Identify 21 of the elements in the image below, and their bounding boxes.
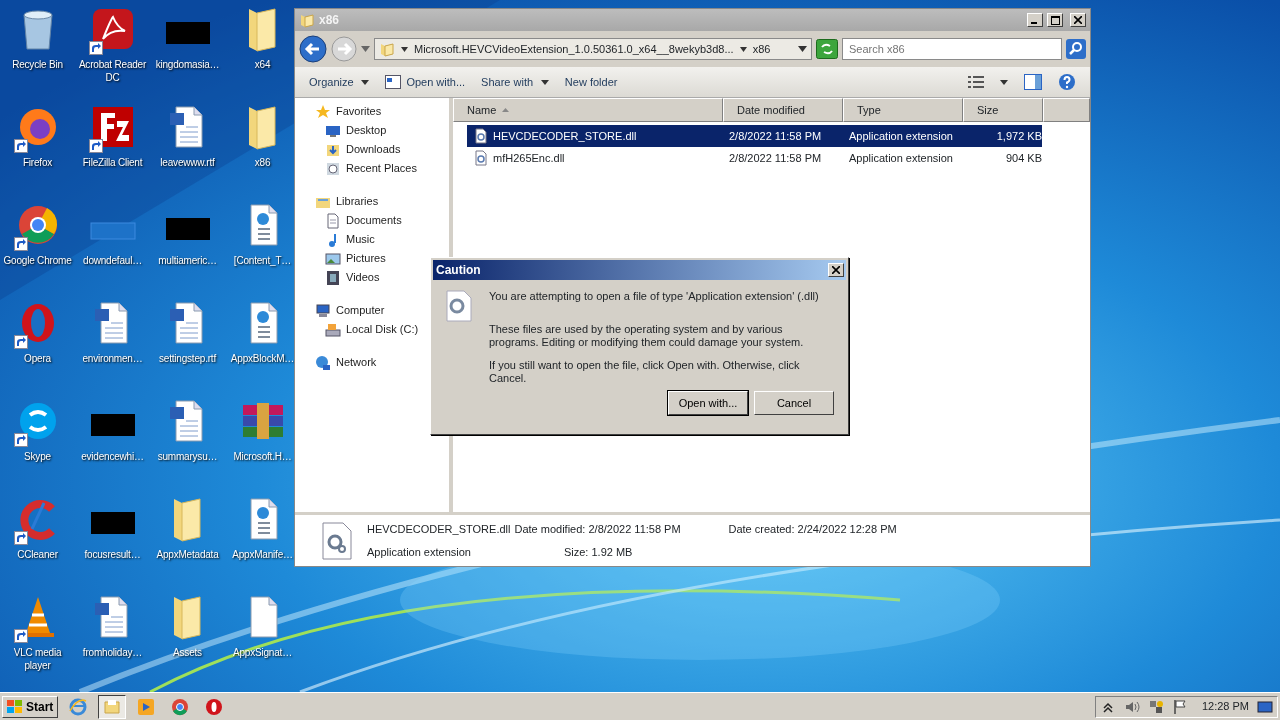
field-value: 2/8/2022 11:58 PM <box>588 523 681 535</box>
size-text: 1,972 KB <box>995 128 1042 144</box>
file-name: HEVCDECODER_STORE.dll <box>367 522 511 537</box>
size-text: 904 KB <box>1004 150 1042 166</box>
dialog-text: If you still want to open the file, click Open with. Otherwise, click Cancel. <box>489 359 801 385</box>
type-text: Application extension <box>848 128 954 144</box>
dialog-text: These files are used by the operating system and by various programs. Editing or modifying them could damage your system. <box>489 323 805 349</box>
field-label: Date modified: <box>514 523 586 535</box>
field-label: Size: <box>563 545 589 558</box>
field-label: Date created: <box>728 523 795 535</box>
type-text: Application extension <box>848 150 954 166</box>
file-name: mfH265Enc.dll <box>493 150 565 166</box>
dialog-message: You are attempting to open a file of type 'Application extension' (.dll) <box>489 290 820 303</box>
field-value: 1.92 MB <box>591 545 633 558</box>
file-type: Application extension <box>367 544 472 560</box>
field-value: 2/24/2022 12:28 PM <box>797 523 897 535</box>
window-title: x86 <box>319 12 341 29</box>
date-text: 2/8/2022 11:58 PM <box>728 128 823 144</box>
date-text: 2/8/2022 11:58 PM <box>728 150 823 166</box>
file-name: HEVCDECODER_STORE.dll <box>493 128 637 144</box>
dialog-title: Caution <box>436 262 481 279</box>
